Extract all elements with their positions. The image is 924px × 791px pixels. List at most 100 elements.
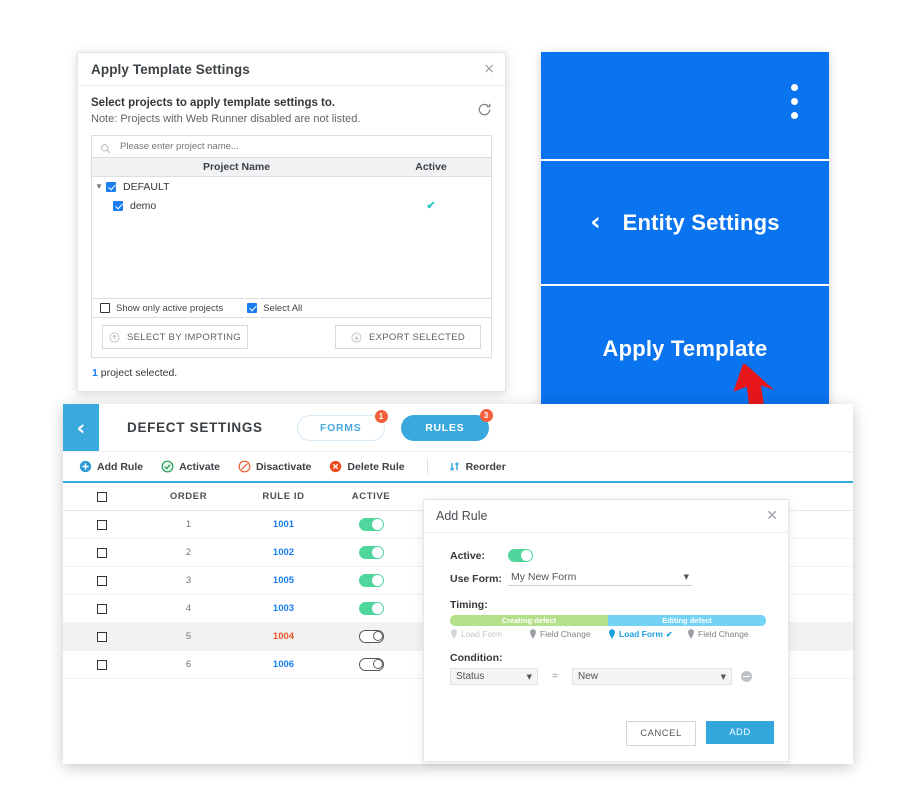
export-selected-button[interactable]: EXPORT SELECTED <box>335 325 481 349</box>
select-by-importing-button[interactable]: SELECT BY IMPORTING <box>102 325 248 349</box>
timing-option-create-load-form[interactable]: Load Form <box>450 629 529 639</box>
timing-label: Timing: <box>450 599 488 611</box>
row-active-toggle[interactable] <box>358 658 384 671</box>
condition-label: Condition: <box>450 652 503 664</box>
pin-icon <box>529 629 537 639</box>
pin-icon <box>608 629 616 639</box>
row-checkbox[interactable] <box>97 519 107 530</box>
timing-option-create-field-change[interactable]: Field Change <box>529 629 608 639</box>
row-active-toggle[interactable] <box>358 518 384 531</box>
row-rule-id[interactable]: 1006 <box>236 659 331 670</box>
active-toggle[interactable] <box>508 549 533 562</box>
row-active-toggle[interactable] <box>358 574 384 587</box>
delete-rule-button[interactable]: Delete Rule <box>329 460 405 473</box>
column-header-rule-id: RULE ID <box>262 491 305 502</box>
condition-value: New <box>578 671 599 682</box>
show-only-active-checkbox[interactable] <box>100 303 110 313</box>
tab-rules[interactable]: RULES 3 <box>400 408 493 441</box>
row-rule-id[interactable]: 1001 <box>236 519 331 530</box>
select-by-importing-label: SELECT BY IMPORTING <box>127 331 241 343</box>
select-all-rules-cell <box>63 491 141 502</box>
dialog-title: Apply Template Settings <box>91 61 250 77</box>
timing-option-label: Load Form <box>461 629 503 639</box>
use-form-select[interactable]: My New Form ▼ <box>508 571 692 586</box>
chevron-down-icon: ▼ <box>526 672 532 681</box>
pin-icon <box>450 629 458 639</box>
tab-group: FORMS 1 RULES 3 <box>296 404 493 451</box>
delete-rule-label: Delete Rule <box>347 460 405 473</box>
row-rule-id[interactable]: 1003 <box>236 603 331 614</box>
row-rule-id[interactable]: 1002 <box>236 547 331 558</box>
active-field-row: Active: <box>450 549 768 562</box>
select-all-rules-checkbox[interactable] <box>97 491 107 502</box>
remove-condition-icon[interactable] <box>741 671 752 682</box>
dialog-lead-text: Select projects to apply template settin… <box>91 97 336 109</box>
add-rule-button[interactable]: Add Rule <box>79 460 143 473</box>
disactivate-button[interactable]: Disactivate <box>238 460 311 473</box>
add-rule-body: Active: Use Form: My New Form ▼ Timing: … <box>424 533 788 685</box>
condition-value-select[interactable]: New ▼ <box>572 668 732 685</box>
tree-item-label: DEFAULT <box>123 180 170 193</box>
timing-option-edit-load-form[interactable]: Load Form ✔ <box>608 629 687 639</box>
row-order: 2 <box>185 547 192 558</box>
reorder-button[interactable]: Reorder <box>448 460 506 473</box>
add-rule-title-bar: Add Rule ✕ <box>424 500 788 533</box>
row-select-cell <box>63 603 141 614</box>
check-icon: ✔ <box>665 629 673 639</box>
add-button[interactable]: ADD <box>706 721 774 744</box>
kebab-menu-icon[interactable] <box>791 84 798 119</box>
project-checkbox[interactable] <box>113 200 123 211</box>
active-label: Active: <box>450 549 486 562</box>
tree-item-default[interactable]: ▾ DEFAULT <box>92 177 491 196</box>
select-all-checkbox[interactable] <box>247 303 258 313</box>
column-header-project-name: Project Name <box>202 161 271 173</box>
timing-option-edit-field-change[interactable]: Field Change <box>687 629 766 639</box>
back-chevron-icon[interactable]: ‹ <box>590 209 600 234</box>
active-check-icon: ✔ <box>426 200 436 212</box>
row-order: 5 <box>185 631 192 642</box>
panel-top-section <box>541 52 829 159</box>
activate-button[interactable]: Activate <box>161 460 220 473</box>
row-select-cell <box>63 547 141 558</box>
row-active-toggle[interactable] <box>358 602 384 615</box>
apply-template-item[interactable]: Apply Template <box>541 284 829 411</box>
timing-option-label: Field Change <box>540 629 591 639</box>
row-checkbox[interactable] <box>97 603 107 614</box>
row-rule-id[interactable]: 1005 <box>236 575 331 586</box>
column-header-active: ACTIVE <box>351 491 391 502</box>
row-checkbox[interactable] <box>97 659 107 670</box>
project-tree-list: ▾ DEFAULT demo ✔ <box>91 177 492 299</box>
chevron-down-icon: ▼ <box>720 672 726 681</box>
reorder-label: Reorder <box>465 460 506 473</box>
add-rule-title: Add Rule <box>436 509 488 523</box>
activate-icon <box>161 460 174 473</box>
row-checkbox[interactable] <box>97 631 107 642</box>
close-icon[interactable]: × <box>483 62 495 76</box>
row-rule-id[interactable]: 1004 <box>236 631 331 642</box>
close-icon[interactable]: ✕ <box>766 509 778 523</box>
tab-forms[interactable]: FORMS 1 <box>296 409 388 441</box>
project-search-row[interactable] <box>91 135 492 157</box>
disactivate-label: Disactivate <box>255 460 312 473</box>
condition-field-select[interactable]: Status ▼ <box>450 668 538 685</box>
back-button[interactable]: ‹ <box>63 404 99 451</box>
entity-settings-item[interactable]: ‹ Entity Settings <box>541 159 829 284</box>
chevron-down-icon[interactable]: ▾ <box>92 182 106 192</box>
row-active-toggle[interactable] <box>358 630 384 643</box>
search-input[interactable] <box>118 140 483 153</box>
tree-item-demo[interactable]: demo ✔ <box>92 196 491 215</box>
row-checkbox[interactable] <box>97 575 107 586</box>
cancel-button[interactable]: CANCEL <box>626 721 696 746</box>
row-active-cell <box>331 658 411 671</box>
timing-segment-creating: Creating defect <box>450 615 608 626</box>
use-form-field-row: Use Form: My New Form ▼ <box>450 571 768 586</box>
row-checkbox[interactable] <box>97 547 107 558</box>
project-checkbox[interactable] <box>106 181 116 192</box>
activate-label: Activate <box>179 460 220 473</box>
tree-item-label: demo <box>130 199 157 212</box>
row-active-toggle[interactable] <box>358 546 384 559</box>
row-order: 1 <box>185 519 192 530</box>
column-header-order: ORDER <box>169 491 208 502</box>
chevron-down-icon: ▼ <box>683 573 689 581</box>
refresh-icon[interactable] <box>477 102 492 117</box>
